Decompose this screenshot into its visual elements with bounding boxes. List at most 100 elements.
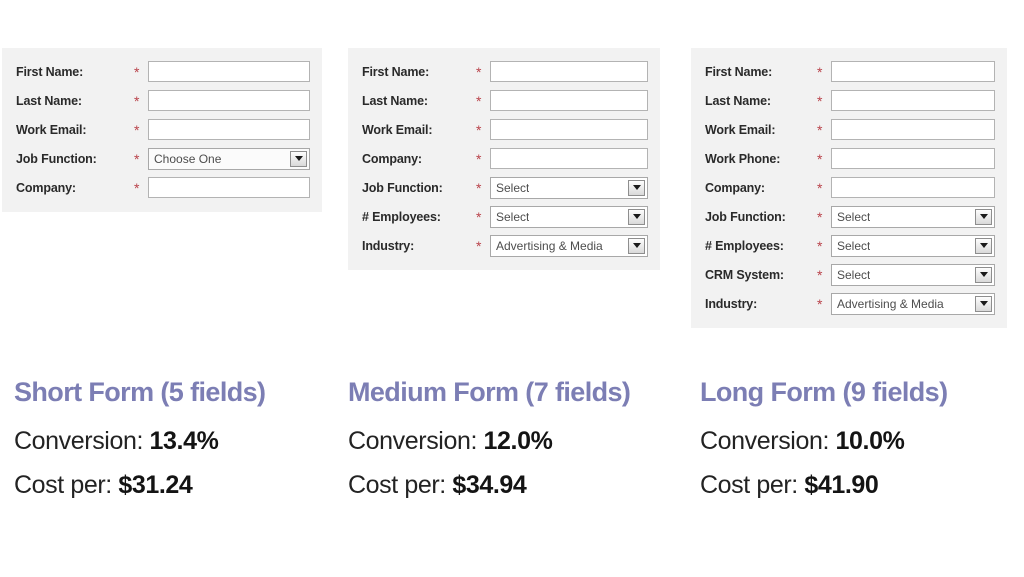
form-row: Company: * xyxy=(16,173,310,202)
long-form-cost: Cost per: $41.90 xyxy=(700,463,1020,507)
field-label-last-name: Last Name: xyxy=(362,93,428,108)
crm-system-select[interactable]: Select xyxy=(831,263,995,286)
work-email-input[interactable] xyxy=(831,119,995,140)
work-phone-input[interactable] xyxy=(831,148,995,169)
short-form-panel: First Name: * Last Name: * Work Email: *… xyxy=(2,48,322,212)
company-input[interactable] xyxy=(490,148,648,169)
field-label-employees: # Employees: xyxy=(362,209,441,224)
job-function-select[interactable]: Select xyxy=(831,205,995,228)
long-form-caption: Long Form (9 fields) Conversion: 10.0% C… xyxy=(700,375,1020,507)
industry-select[interactable]: Advertising & Media xyxy=(490,234,648,257)
company-input[interactable] xyxy=(831,177,995,198)
slide-canvas: First Name: * Last Name: * Work Email: *… xyxy=(0,0,1024,577)
chevron-down-icon[interactable] xyxy=(975,266,992,283)
required-asterisk-icon: * xyxy=(817,92,823,109)
chevron-down-icon[interactable] xyxy=(628,179,645,196)
field-label-work-phone: Work Phone: xyxy=(705,151,781,166)
job-function-select[interactable]: Select xyxy=(490,176,648,199)
form-row: Company: * xyxy=(705,173,995,202)
required-asterisk-icon: * xyxy=(817,208,823,225)
form-row: Work Email: * xyxy=(362,115,648,144)
field-label-work-email: Work Email: xyxy=(705,122,776,137)
work-email-input[interactable] xyxy=(490,119,648,140)
form-row: Work Email: * xyxy=(705,115,995,144)
chevron-down-icon[interactable] xyxy=(975,237,992,254)
field-label-last-name: Last Name: xyxy=(705,93,771,108)
employees-select[interactable]: Select xyxy=(831,234,995,257)
form-row: Company: * xyxy=(362,144,648,173)
industry-select-value: Advertising & Media xyxy=(496,238,603,253)
required-asterisk-icon: * xyxy=(134,121,140,138)
field-label-first-name: First Name: xyxy=(362,64,430,79)
field-label-first-name: First Name: xyxy=(705,64,773,79)
form-row: Work Phone: * xyxy=(705,144,995,173)
form-row: Job Function: * Choose One xyxy=(16,144,310,173)
cost-value: $31.24 xyxy=(118,471,193,499)
employees-select-value: Select xyxy=(837,238,871,253)
cost-label: Cost per: xyxy=(14,471,119,499)
medium-form-conversion: Conversion: 12.0% xyxy=(348,419,698,463)
field-label-industry: Industry: xyxy=(705,296,758,311)
field-label-first-name: First Name: xyxy=(16,64,84,79)
chevron-down-icon[interactable] xyxy=(628,208,645,225)
required-asterisk-icon: * xyxy=(134,63,140,80)
form-row: Industry: * Advertising & Media xyxy=(705,289,995,318)
field-label-work-email: Work Email: xyxy=(362,122,433,137)
field-label-company: Company: xyxy=(705,180,765,195)
cost-label: Cost per: xyxy=(700,471,805,499)
last-name-input[interactable] xyxy=(490,90,648,111)
medium-form-caption: Medium Form (7 fields) Conversion: 12.0%… xyxy=(348,375,698,507)
required-asterisk-icon: * xyxy=(134,179,140,196)
long-form-conversion: Conversion: 10.0% xyxy=(700,419,1020,463)
conversion-value: 10.0% xyxy=(835,427,905,455)
long-form-title: Long Form (9 fields) xyxy=(700,377,948,407)
industry-select[interactable]: Advertising & Media xyxy=(831,292,995,315)
first-name-input[interactable] xyxy=(148,61,310,82)
employees-select[interactable]: Select xyxy=(490,205,648,228)
form-row: First Name: * xyxy=(705,57,995,86)
conversion-label: Conversion: xyxy=(14,427,150,455)
chevron-down-icon[interactable] xyxy=(628,237,645,254)
required-asterisk-icon: * xyxy=(817,266,823,283)
first-name-input[interactable] xyxy=(490,61,648,82)
conversion-label: Conversion: xyxy=(348,427,484,455)
required-asterisk-icon: * xyxy=(817,121,823,138)
chevron-down-icon[interactable] xyxy=(975,208,992,225)
short-form-caption: Short Form (5 fields) Conversion: 13.4% … xyxy=(14,375,344,507)
field-label-industry: Industry: xyxy=(362,238,415,253)
form-row: # Employees: * Select xyxy=(705,231,995,260)
work-email-input[interactable] xyxy=(148,119,310,140)
chevron-down-icon[interactable] xyxy=(975,295,992,312)
field-label-last-name: Last Name: xyxy=(16,93,82,108)
required-asterisk-icon: * xyxy=(817,237,823,254)
required-asterisk-icon: * xyxy=(134,150,140,167)
required-asterisk-icon: * xyxy=(476,208,482,225)
form-row: Job Function: * Select xyxy=(362,173,648,202)
first-name-input[interactable] xyxy=(831,61,995,82)
form-row: CRM System: * Select xyxy=(705,260,995,289)
industry-select-value: Advertising & Media xyxy=(837,296,944,311)
conversion-value: 13.4% xyxy=(149,427,219,455)
form-row: Work Email: * xyxy=(16,115,310,144)
short-form-cost: Cost per: $31.24 xyxy=(14,463,344,507)
required-asterisk-icon: * xyxy=(817,179,823,196)
required-asterisk-icon: * xyxy=(134,92,140,109)
form-row: First Name: * xyxy=(362,57,648,86)
cost-label: Cost per: xyxy=(348,471,453,499)
short-form-conversion: Conversion: 13.4% xyxy=(14,419,344,463)
job-function-select[interactable]: Choose One xyxy=(148,147,310,170)
form-row: Last Name: * xyxy=(362,86,648,115)
chevron-down-icon[interactable] xyxy=(290,150,307,167)
last-name-input[interactable] xyxy=(831,90,995,111)
last-name-input[interactable] xyxy=(148,90,310,111)
company-input[interactable] xyxy=(148,177,310,198)
required-asterisk-icon: * xyxy=(817,150,823,167)
field-label-job-function: Job Function: xyxy=(362,180,443,195)
required-asterisk-icon: * xyxy=(817,295,823,312)
job-function-select-value: Select xyxy=(837,209,871,224)
required-asterisk-icon: * xyxy=(476,237,482,254)
form-row: Last Name: * xyxy=(16,86,310,115)
field-label-employees: # Employees: xyxy=(705,238,784,253)
medium-form-cost: Cost per: $34.94 xyxy=(348,463,698,507)
field-label-company: Company: xyxy=(362,151,422,166)
